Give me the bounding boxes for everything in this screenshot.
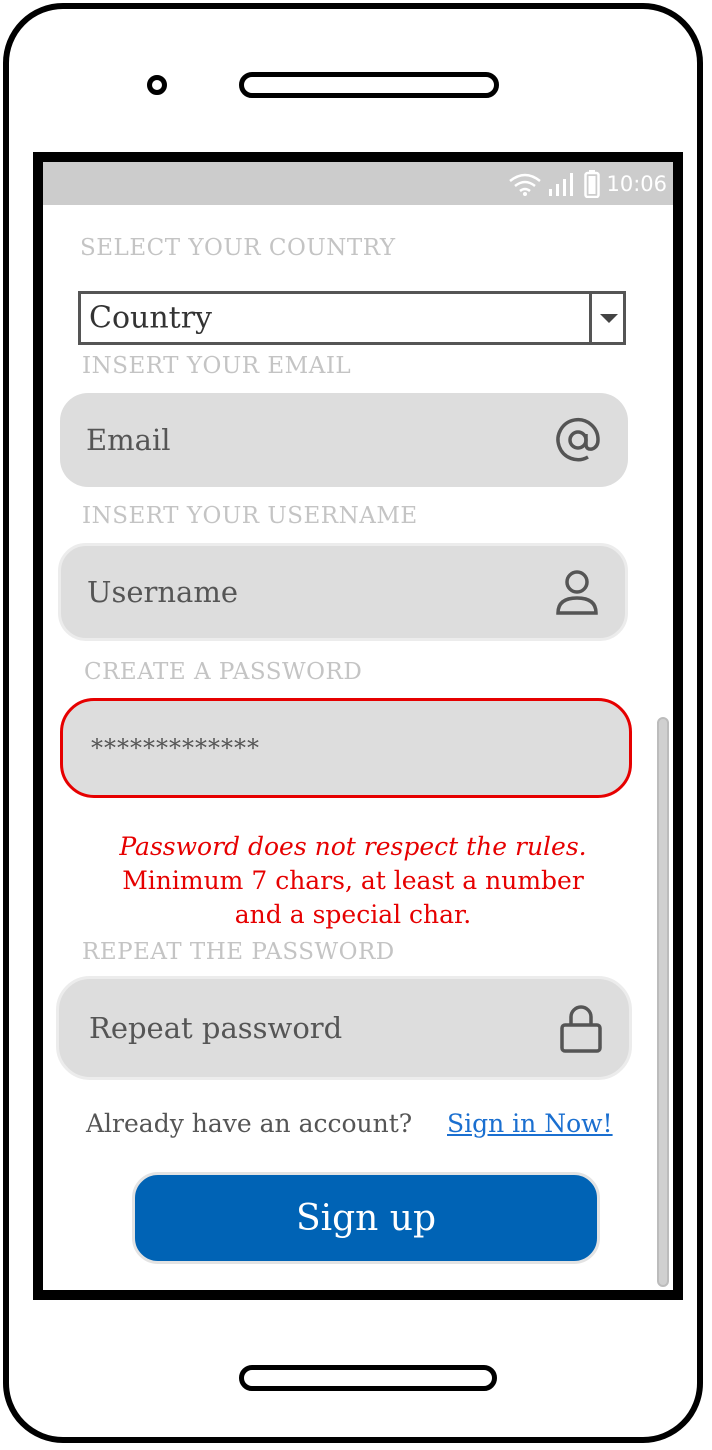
error-line-1: Password does not respect the rules. — [119, 832, 587, 861]
sign-up-button[interactable]: Sign up — [132, 1172, 600, 1264]
repeat-password-field[interactable]: Repeat password — [56, 976, 632, 1080]
scrollbar[interactable] — [657, 717, 669, 1287]
error-line-3: and a special char. — [234, 900, 472, 929]
status-time: 10:06 — [606, 172, 667, 196]
speaker-grille — [239, 72, 499, 98]
username-placeholder: Username — [87, 575, 238, 609]
status-bar: 10:06 — [43, 162, 673, 205]
password-value: ************* — [91, 734, 260, 762]
sign-in-link[interactable]: Sign in Now! — [447, 1109, 613, 1138]
username-label: INSERT YOUR USERNAME — [82, 503, 418, 529]
already-have-account-text: Already have an account? — [86, 1109, 413, 1138]
chevron-down-icon[interactable] — [589, 294, 623, 342]
country-select[interactable]: Country — [78, 291, 626, 345]
password-label: CREATE A PASSWORD — [84, 659, 363, 685]
country-label: SELECT YOUR COUNTRY — [80, 235, 396, 261]
username-field[interactable]: Username — [58, 543, 628, 641]
signal-icon — [549, 173, 574, 196]
country-select-value: Country — [89, 300, 213, 336]
repeat-password-label: REPEAT THE PASSWORD — [82, 939, 395, 965]
error-line-2: Minimum 7 chars, at least a number — [122, 866, 584, 895]
user-icon — [556, 570, 598, 615]
sign-up-label: Sign up — [295, 1197, 437, 1239]
camera-icon — [147, 75, 167, 95]
lock-icon — [560, 1005, 602, 1053]
password-error-message: Password does not respect the rules. Min… — [63, 830, 643, 932]
phone-screen: 10:06 SELECT YOUR COUNTRY Country INSERT… — [33, 152, 683, 1300]
at-icon — [556, 417, 600, 462]
email-label: INSERT YOUR EMAIL — [82, 353, 352, 379]
email-placeholder: Email — [86, 423, 171, 457]
battery-icon — [584, 170, 601, 198]
home-bar — [239, 1365, 497, 1391]
repeat-password-placeholder: Repeat password — [89, 1011, 343, 1045]
wifi-icon — [509, 173, 542, 196]
email-field[interactable]: Email — [60, 393, 628, 487]
password-field[interactable]: ************* — [60, 698, 632, 798]
